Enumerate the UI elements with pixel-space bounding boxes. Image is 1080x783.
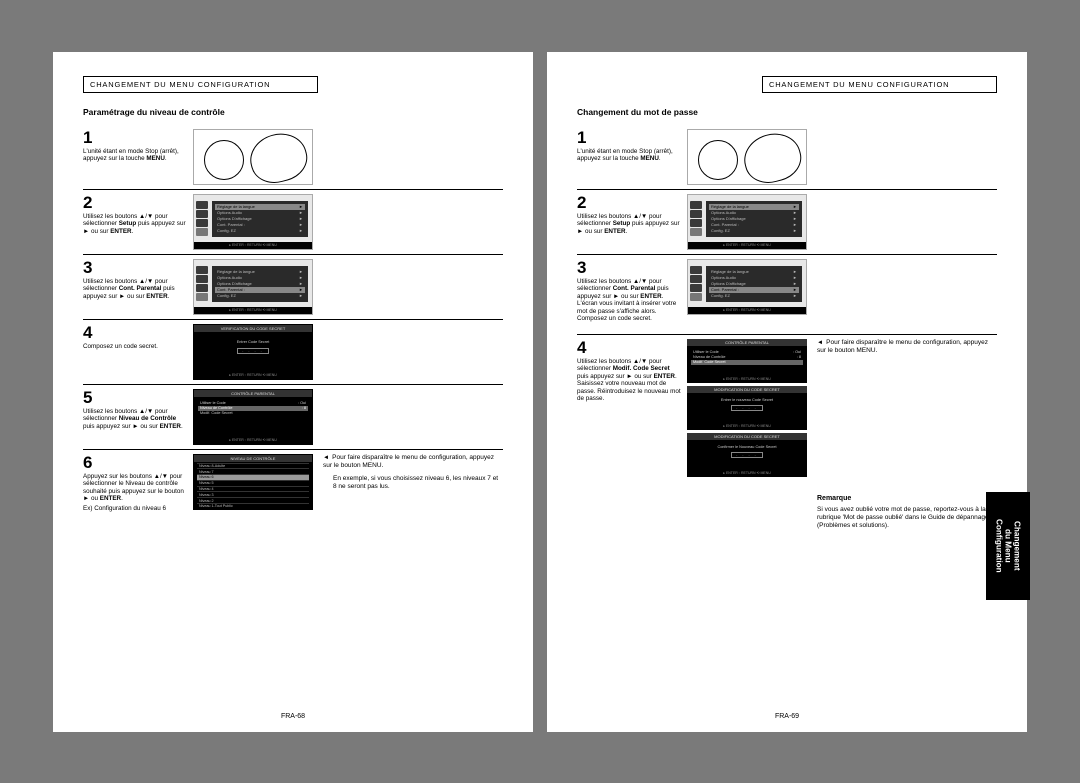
arrow-left-icon: Pour faire disparaître le menu de config…	[817, 339, 997, 355]
menu-screenshot: Réglage de la langue► Options Audio► Opt…	[687, 194, 807, 250]
ctrl-screen: CONTRÔLE PARENTAL Utiliser le Code: Oui …	[687, 339, 807, 383]
remark-title: Remarque	[817, 495, 997, 504]
mod-code-screen2: MODIFICATION DU CODE SECRET Confirmer le…	[687, 433, 807, 477]
menu-screenshot: Réglage de la langue► Options Audio► Opt…	[193, 259, 313, 315]
notes-left: Pour faire disparaître le menu de config…	[319, 454, 503, 513]
menu-screenshot: Réglage de la langue► Options Audio► Opt…	[687, 259, 807, 315]
step-5: 5 Utilisez les boutons ▲/▼ pour sélectio…	[83, 385, 503, 450]
code-screen: VERIFICATION DU CODE SECRET Entrer Code …	[193, 324, 313, 380]
step-3: 3 Utilisez les boutons ▲/▼ pour sélectio…	[83, 255, 503, 320]
notes-right: Pour faire disparaître le menu de config…	[813, 339, 997, 530]
step-num: 1	[83, 129, 187, 146]
level-screen: NIVEAU DE CONTRÔLE Niveau 8-Adulte Nivea…	[193, 454, 313, 510]
menu-screenshot: Réglage de la langue► Options Audio► Opt…	[193, 194, 313, 250]
page-right: CHANGEMENT DU MENU CONFIGURATION Changem…	[547, 52, 1027, 732]
side-tab: Changement du Menu Configuration	[986, 492, 1030, 600]
header-left: CHANGEMENT DU MENU CONFIGURATION	[83, 76, 318, 93]
step-1: 1 L'unité étant en mode Stop (arrêt), ap…	[577, 125, 997, 190]
step-6: 6 Appuyez sur les boutons ▲/▼ pour sélec…	[83, 450, 503, 517]
remark-text: Si vous avez oublié votre mot de passe, …	[817, 506, 997, 530]
step-2: 2 Utilisez les boutons ▲/▼ pour sélectio…	[83, 190, 503, 255]
multi-screens: CONTRÔLE PARENTAL Utiliser le Code: Oui …	[687, 339, 807, 530]
remote-graphic	[193, 129, 313, 185]
header-right: CHANGEMENT DU MENU CONFIGURATION	[762, 76, 997, 93]
ctrl-screen: CONTRÔLE PARENTAL Utiliser le Code: Oui …	[193, 389, 313, 445]
step-3: 3 Utilisez les boutons ▲/▼ pour sélectio…	[577, 255, 997, 335]
section-title-right: Changement du mot de passe	[577, 107, 997, 117]
arrow-left-icon: Pour faire disparaître le menu de config…	[323, 454, 503, 470]
page-left: CHANGEMENT DU MENU CONFIGURATION Paramét…	[53, 52, 533, 732]
step-text: L'unité étant en mode Stop (arrêt), appu…	[83, 148, 187, 163]
mod-code-screen1: MODIFICATION DU CODE SECRET Entrer le no…	[687, 386, 807, 430]
step-2: 2 Utilisez les boutons ▲/▼ pour sélectio…	[577, 190, 997, 255]
page-number: FRA-68	[53, 713, 533, 720]
page-number: FRA-69	[547, 713, 1027, 720]
remote-graphic	[687, 129, 807, 185]
step-4: 4 Composez un code secret. VERIFICATION …	[83, 320, 503, 385]
section-title-left: Paramétrage du niveau de contrôle	[83, 107, 503, 117]
step-1: 1 L'unité étant en mode Stop (arrêt), ap…	[83, 125, 503, 190]
step-4: 4 Utilisez les boutons ▲/▼ pour sélectio…	[577, 335, 997, 534]
